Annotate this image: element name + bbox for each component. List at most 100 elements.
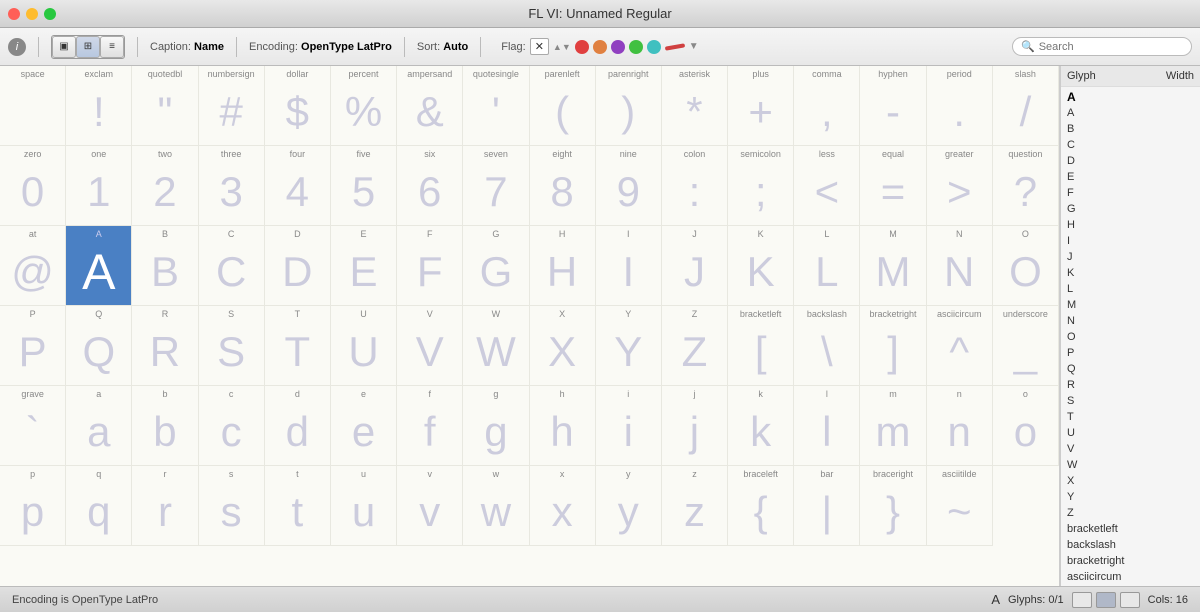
sidebar-item-M[interactable]: M [1061,297,1200,313]
glyph-cell-four[interactable]: four4 [265,146,331,226]
sidebar-item-S[interactable]: S [1061,393,1200,409]
glyph-cell-c[interactable]: cc [199,386,265,466]
glyph-cell-at[interactable]: at@ [0,226,66,306]
glyph-cell-o[interactable]: oo [993,386,1059,466]
glyph-cell-underscore[interactable]: underscore_ [993,306,1059,386]
glyph-cell-v[interactable]: vv [397,466,463,546]
sidebar-item-asciicircum[interactable]: asciicircum [1061,569,1200,585]
glyph-cell-n[interactable]: nn [927,386,993,466]
sidebar-item-O[interactable]: O [1061,329,1200,345]
search-box[interactable]: 🔍 [1012,37,1192,56]
glyph-cell-bracketright[interactable]: bracketright] [860,306,926,386]
traffic-lights[interactable] [8,8,56,20]
glyph-cell-k[interactable]: kk [728,386,794,466]
glyph-cell-P[interactable]: PP [0,306,66,386]
glyph-grid-container[interactable]: space exclam!quotedbl"numbersign#dollar$… [0,66,1060,586]
glyph-cell-y[interactable]: yy [596,466,662,546]
glyph-cell-X[interactable]: XX [530,306,596,386]
glyph-cell-exclam[interactable]: exclam! [66,66,132,146]
glyph-cell-J[interactable]: JJ [662,226,728,306]
glyph-cell-B[interactable]: BB [132,226,198,306]
sidebar-item-E[interactable]: E [1061,169,1200,185]
sidebar-item-U[interactable]: U [1061,425,1200,441]
sidebar-item-underscore[interactable]: underscore [1061,585,1200,586]
glyph-cell-equal[interactable]: equal= [860,146,926,226]
sidebar-item-I[interactable]: I [1061,233,1200,249]
sidebar-item-W[interactable]: W [1061,457,1200,473]
flag-color-line[interactable] [665,43,685,50]
glyph-cell-parenleft[interactable]: parenleft( [530,66,596,146]
view-buttons[interactable] [1072,592,1140,608]
glyph-cell-period[interactable]: period. [927,66,993,146]
close-button[interactable] [8,8,20,20]
glyph-cell-R[interactable]: RR [132,306,198,386]
glyph-cell-A[interactable]: AA [66,226,132,306]
sidebar-item-R[interactable]: R [1061,377,1200,393]
sidebar-item-Y[interactable]: Y [1061,489,1200,505]
sidebar-item-Z[interactable]: Z [1061,505,1200,521]
glyph-cell-less[interactable]: less< [794,146,860,226]
glyph-cell-Q[interactable]: QQ [66,306,132,386]
glyph-cell-dollar[interactable]: dollar$ [265,66,331,146]
view-btn-list[interactable] [1120,592,1140,608]
glyph-cell-W[interactable]: WW [463,306,529,386]
sidebar-item-L[interactable]: L [1061,281,1200,297]
minimize-button[interactable] [26,8,38,20]
glyph-cell-one[interactable]: one1 [66,146,132,226]
view-btn-single[interactable] [1072,592,1092,608]
glyph-cell-greater[interactable]: greater> [927,146,993,226]
glyph-cell-z[interactable]: zz [662,466,728,546]
view-list-button[interactable]: ≡ [100,36,124,58]
glyph-cell-O[interactable]: OO [993,226,1059,306]
glyph-cell-G[interactable]: GG [463,226,529,306]
glyph-cell-hyphen[interactable]: hyphen- [860,66,926,146]
flag-color-purple[interactable] [611,40,625,54]
glyph-cell-backslash[interactable]: backslash\ [794,306,860,386]
sidebar-item-Q[interactable]: Q [1061,361,1200,377]
glyph-cell-I[interactable]: II [596,226,662,306]
glyph-cell-h[interactable]: hh [530,386,596,466]
glyph-cell-S[interactable]: SS [199,306,265,386]
glyph-cell-zero[interactable]: zero0 [0,146,66,226]
glyph-cell-d[interactable]: dd [265,386,331,466]
sidebar-item-C[interactable]: C [1061,137,1200,153]
glyph-cell-j[interactable]: jj [662,386,728,466]
glyph-cell-N[interactable]: NN [927,226,993,306]
glyph-cell-asterisk[interactable]: asterisk* [662,66,728,146]
glyph-cell-colon[interactable]: colon: [662,146,728,226]
glyph-cell-parenright[interactable]: parenright) [596,66,662,146]
glyph-cell-u[interactable]: uu [331,466,397,546]
glyph-cell-braceright[interactable]: braceright} [860,466,926,546]
sidebar-item-G[interactable]: G [1061,201,1200,217]
glyph-cell-T[interactable]: TT [265,306,331,386]
glyph-cell-nine[interactable]: nine9 [596,146,662,226]
sidebar-item-N[interactable]: N [1061,313,1200,329]
glyph-cell-braceleft[interactable]: braceleft{ [728,466,794,546]
sidebar-item-T[interactable]: T [1061,409,1200,425]
glyph-cell-ampersand[interactable]: ampersand& [397,66,463,146]
flag-color-orange[interactable] [593,40,607,54]
glyph-cell-H[interactable]: HH [530,226,596,306]
glyph-cell-quotesingle[interactable]: quotesingle' [463,66,529,146]
glyph-cell-semicolon[interactable]: semicolon; [728,146,794,226]
flag-color-green[interactable] [629,40,643,54]
glyph-cell-quotedbl[interactable]: quotedbl" [132,66,198,146]
sidebar-item-backslash[interactable]: backslash [1061,537,1200,553]
glyph-cell-g[interactable]: gg [463,386,529,466]
glyph-cell-comma[interactable]: comma, [794,66,860,146]
glyph-cell-asciicircum[interactable]: asciicircum^ [927,306,993,386]
glyph-cell-slash[interactable]: slash/ [993,66,1059,146]
glyph-cell-f[interactable]: ff [397,386,463,466]
flag-options-arrow[interactable]: ▼ [689,41,699,52]
sidebar-item-J[interactable]: J [1061,249,1200,265]
sidebar-item-bracketright[interactable]: bracketright [1061,553,1200,569]
glyph-cell-seven[interactable]: seven7 [463,146,529,226]
glyph-cell-numbersign[interactable]: numbersign# [199,66,265,146]
glyph-cell-w[interactable]: ww [463,466,529,546]
flag-color-red[interactable] [575,40,589,54]
info-button[interactable]: i [8,38,26,56]
glyph-cell-plus[interactable]: plus+ [728,66,794,146]
glyph-cell-grave[interactable]: grave` [0,386,66,466]
glyph-cell-C[interactable]: CC [199,226,265,306]
glyph-cell-m[interactable]: mm [860,386,926,466]
